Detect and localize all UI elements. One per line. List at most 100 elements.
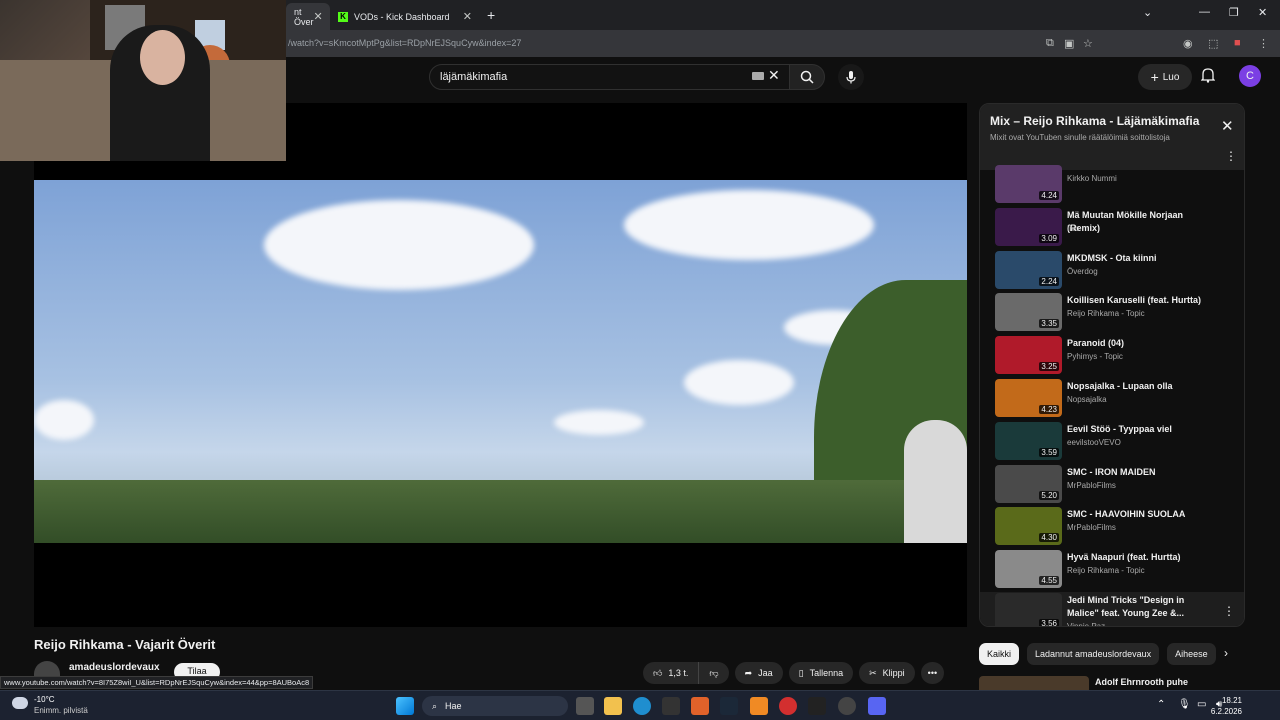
open-in-app-icon[interactable]: ⧉ bbox=[1046, 37, 1054, 50]
playlist-item[interactable]: 3.25 Paranoid (04) Pyhimys - Topic bbox=[980, 335, 1244, 377]
playlist-item[interactable]: 4.24 Kirkko Nummi bbox=[980, 164, 1244, 206]
playlist-item-title[interactable]: Mä Muutan Mökille Norjaan (Remix) bbox=[1067, 209, 1207, 235]
next-video-title[interactable]: Adolf Ehrnrooth puhe bbox=[1095, 677, 1188, 687]
close-playlist-icon[interactable]: ✕ bbox=[1221, 117, 1234, 135]
clip-label: Klippi bbox=[882, 668, 905, 678]
playlist-item[interactable]: 4.55 Hyvä Naapuri (feat. Hurtta) Reijo Rih… bbox=[980, 549, 1244, 591]
maximize-button[interactable]: ❐ bbox=[1229, 6, 1239, 19]
extension-red-icon[interactable]: ■ bbox=[1234, 37, 1241, 49]
video-thumbnail[interactable]: 3.09 bbox=[995, 207, 1062, 246]
playlist-item-title[interactable]: Jedi Mind Tricks "Design in Malice" feat… bbox=[1067, 594, 1207, 620]
dislike-button[interactable]: 👎︎ bbox=[699, 662, 729, 684]
close-icon[interactable]: ✕ bbox=[463, 10, 472, 23]
firefox-icon[interactable] bbox=[691, 697, 709, 715]
tray-chevron-icon[interactable]: ⌃ bbox=[1157, 699, 1165, 710]
obs-icon[interactable] bbox=[838, 697, 856, 715]
tab-active-youtube[interactable]: nt Över ✕ bbox=[286, 3, 330, 30]
channel-name[interactable]: amadeuslordevaux bbox=[69, 662, 160, 673]
video-thumbnail[interactable]: 4.24 bbox=[995, 165, 1062, 203]
steam-icon[interactable] bbox=[720, 697, 738, 715]
search-icon: ⌕ bbox=[432, 700, 438, 711]
menu-dots-icon[interactable]: ⋮ bbox=[1258, 37, 1269, 50]
playlist-item[interactable]: 3.59 Eevil Stöö - Tyyppaa viel eevilstooVE… bbox=[980, 421, 1244, 463]
search-box[interactable]: läjämäkimafia ✕ bbox=[429, 64, 791, 90]
clip-button[interactable]: ✂ Klippi bbox=[859, 662, 915, 684]
chip-related[interactable]: Aiheese bbox=[1167, 643, 1216, 665]
video-thumbnail[interactable]: 3.59 bbox=[995, 421, 1062, 460]
like-button[interactable]: 👍︎ 1,3 t. bbox=[643, 662, 700, 684]
bookmark-star-icon[interactable]: ☆ bbox=[1083, 37, 1093, 50]
playlist-item-title[interactable]: Koillisen Karuselli (feat. Hurtta) bbox=[1067, 294, 1207, 307]
profile-icon[interactable]: ◉ bbox=[1183, 37, 1193, 50]
weather-temp: -10°C bbox=[34, 695, 55, 704]
account-avatar[interactable]: C bbox=[1239, 65, 1261, 87]
cloud bbox=[554, 410, 644, 435]
url-field[interactable]: /watch?v=sKmcotMptPg&list=RDpNrEJSquCyw&… bbox=[288, 38, 521, 48]
create-button[interactable]: + Luo bbox=[1138, 64, 1192, 90]
chip-all[interactable]: Kaikki bbox=[979, 643, 1020, 665]
video-thumbnail[interactable]: 3.56 bbox=[995, 593, 1062, 626]
taskbar-search[interactable]: ⌕ Hae bbox=[422, 696, 568, 716]
task-view-icon[interactable] bbox=[576, 697, 594, 715]
next-video-row[interactable]: Adolf Ehrnrooth puhe bbox=[979, 676, 1245, 690]
playlist-item-title[interactable]: SMC - IRON MAIDEN bbox=[1067, 466, 1207, 479]
chevron-right-icon[interactable]: › bbox=[1224, 646, 1228, 660]
more-actions-button[interactable]: ••• bbox=[920, 662, 945, 684]
playlist-item-channel: Reijo Rihkama - Topic bbox=[1067, 566, 1145, 576]
video-thumbnail[interactable]: 3.25 bbox=[995, 336, 1062, 375]
opera-icon[interactable] bbox=[779, 697, 797, 715]
close-window-button[interactable]: ✕ bbox=[1258, 6, 1267, 19]
scissors-icon: ✂ bbox=[869, 667, 877, 678]
minimize-button[interactable]: — bbox=[1199, 6, 1210, 18]
notifications-button[interactable] bbox=[1200, 67, 1216, 88]
tab-search-chevron-icon[interactable]: ⌄ bbox=[1143, 6, 1152, 19]
playlist-item[interactable]: 3.56 Jedi Mind Tricks "Design in Malice" … bbox=[980, 592, 1244, 626]
playlist-item[interactable]: 3.35 Koillisen Karuselli (feat. Hurtta) Re… bbox=[980, 292, 1244, 334]
playlist-item-title[interactable]: Paranoid (04) bbox=[1067, 337, 1207, 350]
edge-icon[interactable] bbox=[633, 697, 651, 715]
link-hover-status: www.youtube.com/watch?v=8I75Z8wiI_U&list… bbox=[0, 676, 314, 689]
microphone-tray-icon[interactable]: 🎙︎ bbox=[1178, 699, 1191, 710]
video-thumbnail[interactable]: 5.20 bbox=[995, 464, 1062, 503]
terminal-icon[interactable] bbox=[808, 697, 826, 715]
search-button[interactable] bbox=[789, 64, 825, 90]
store-icon[interactable] bbox=[662, 697, 680, 715]
video-thumbnail[interactable]: 3.35 bbox=[995, 293, 1062, 332]
discord-icon[interactable] bbox=[868, 697, 886, 715]
windows-start-icon[interactable] bbox=[396, 697, 414, 715]
file-explorer-icon[interactable] bbox=[604, 697, 622, 715]
playlist-menu-icon[interactable]: ⋮ bbox=[1225, 149, 1237, 163]
playlist-item-title[interactable]: Nopsajalka - Lupaan olla bbox=[1067, 380, 1207, 393]
close-icon[interactable]: ✕ bbox=[314, 10, 323, 23]
search-input[interactable]: läjämäkimafia bbox=[440, 71, 507, 83]
tab-kick-dashboard[interactable]: K VODs - Kick Dashboard ✕ bbox=[330, 3, 480, 30]
playlist-item[interactable]: 2.24 MKDMSK - Ota kiinni Överdog bbox=[980, 250, 1244, 292]
playlist-item-title[interactable]: MKDMSK - Ota kiinni bbox=[1067, 252, 1207, 265]
keyboard-icon[interactable] bbox=[752, 72, 764, 80]
next-video-thumbnail[interactable] bbox=[979, 676, 1089, 690]
video-thumbnail[interactable]: 4.23 bbox=[995, 379, 1062, 417]
taskbar-clock[interactable]: 18.21 6.2.2026 bbox=[1206, 695, 1242, 717]
playlist-item[interactable]: 5.20 SMC - IRON MAIDEN MrPabloFilms bbox=[980, 464, 1244, 506]
video-player[interactable] bbox=[34, 103, 967, 627]
share-button[interactable]: ➦ Jaa bbox=[734, 662, 783, 684]
playlist-item-title[interactable]: Hyvä Naapuri (feat. Hurtta) bbox=[1067, 551, 1207, 564]
save-button[interactable]: ▯ Tallenna bbox=[788, 662, 854, 684]
vlc-icon[interactable] bbox=[750, 697, 768, 715]
clear-search-icon[interactable]: ✕ bbox=[768, 67, 780, 84]
video-thumbnail[interactable]: 4.55 bbox=[995, 550, 1062, 589]
playlist-title[interactable]: Mix – Reijo Rihkama - Läjämäkimafia bbox=[990, 114, 1199, 128]
chip-uploaded-by[interactable]: Ladannut amadeuslordevaux bbox=[1027, 643, 1160, 665]
playlist-item[interactable]: 3.09 Mä Muutan Mökille Norjaan (Remix) Iiv… bbox=[980, 207, 1244, 249]
new-tab-button[interactable]: + bbox=[487, 7, 495, 23]
video-thumbnail[interactable]: 4.30 bbox=[995, 507, 1062, 546]
playlist-item[interactable]: 4.30 SMC - HAAVOIHIN SUOLAA MrPabloFilms bbox=[980, 506, 1244, 548]
video-thumbnail[interactable]: 2.24 bbox=[995, 250, 1062, 289]
playlist-item-title[interactable]: SMC - HAAVOIHIN SUOLAA bbox=[1067, 508, 1207, 521]
extensions-icon[interactable]: ⬚ bbox=[1208, 37, 1218, 50]
install-icon[interactable]: ▣ bbox=[1064, 37, 1074, 50]
playlist-item-title[interactable]: Eevil Stöö - Tyyppaa viel bbox=[1067, 423, 1207, 436]
item-menu-icon[interactable]: ⋮ bbox=[1223, 604, 1235, 618]
voice-search-button[interactable] bbox=[838, 64, 864, 90]
playlist-item[interactable]: 4.23 Nopsajalka - Lupaan olla Nopsajalka bbox=[980, 378, 1244, 420]
